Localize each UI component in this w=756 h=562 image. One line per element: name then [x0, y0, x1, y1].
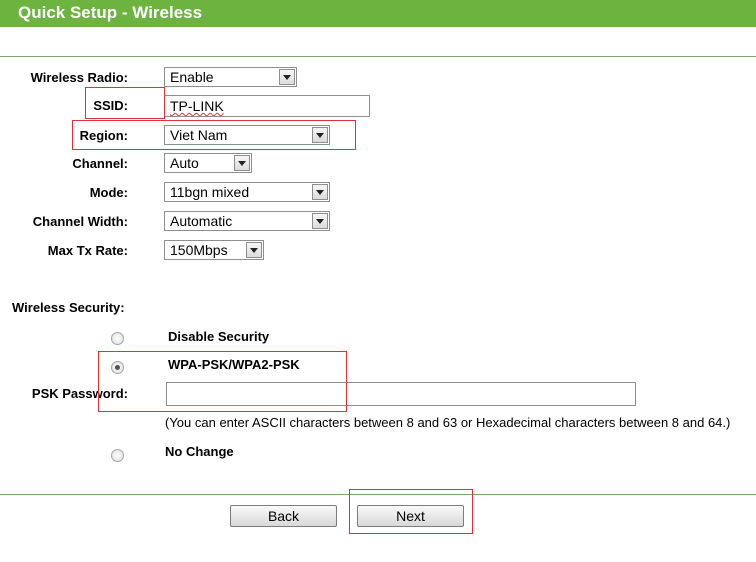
no-change-label: No Change: [165, 444, 234, 459]
chevron-down-icon: [312, 184, 328, 200]
region-select[interactable]: Viet Nam: [164, 125, 330, 145]
footer-divider: [0, 494, 756, 495]
channel-label: Channel:: [72, 156, 128, 171]
wireless-security-label: Wireless Security:: [12, 300, 125, 315]
disable-security-radio[interactable]: [111, 332, 124, 345]
wireless-radio-select[interactable]: Enable: [164, 67, 297, 87]
wireless-radio-label: Wireless Radio:: [30, 70, 128, 85]
chevron-down-icon: [312, 127, 328, 143]
mode-label: Mode:: [89, 185, 128, 200]
chevron-down-icon: [246, 242, 262, 258]
back-button[interactable]: Back: [230, 505, 337, 527]
next-button[interactable]: Next: [357, 505, 464, 527]
no-change-radio[interactable]: [111, 449, 124, 462]
page-title: Quick Setup - Wireless: [18, 3, 203, 22]
wpa-psk-radio[interactable]: [111, 361, 124, 374]
ssid-label: SSID:: [93, 98, 128, 113]
channel-width-select[interactable]: Automatic: [164, 211, 330, 231]
max-tx-rate-label: Max Tx Rate:: [47, 243, 128, 258]
chevron-down-icon: [234, 155, 250, 171]
disable-security-label: Disable Security: [168, 329, 270, 344]
chevron-down-icon: [279, 69, 295, 85]
channel-width-label: Channel Width:: [32, 214, 128, 229]
chevron-down-icon: [312, 213, 328, 229]
ssid-input[interactable]: TP-LINK: [164, 95, 370, 117]
max-tx-rate-select[interactable]: 150Mbps: [164, 240, 264, 260]
mode-select[interactable]: 11bgn mixed: [164, 182, 330, 202]
wpa-psk-label: WPA-PSK/WPA2-PSK: [168, 357, 300, 372]
psk-password-input[interactable]: [166, 382, 636, 406]
psk-password-label: PSK Password:: [31, 386, 128, 401]
region-label: Region:: [79, 128, 128, 143]
header-divider: [0, 56, 756, 57]
psk-hint-text: (You can enter ASCII characters between …: [165, 415, 731, 430]
title-bar: Quick Setup - Wireless: [0, 0, 756, 27]
channel-select[interactable]: Auto: [164, 153, 252, 173]
